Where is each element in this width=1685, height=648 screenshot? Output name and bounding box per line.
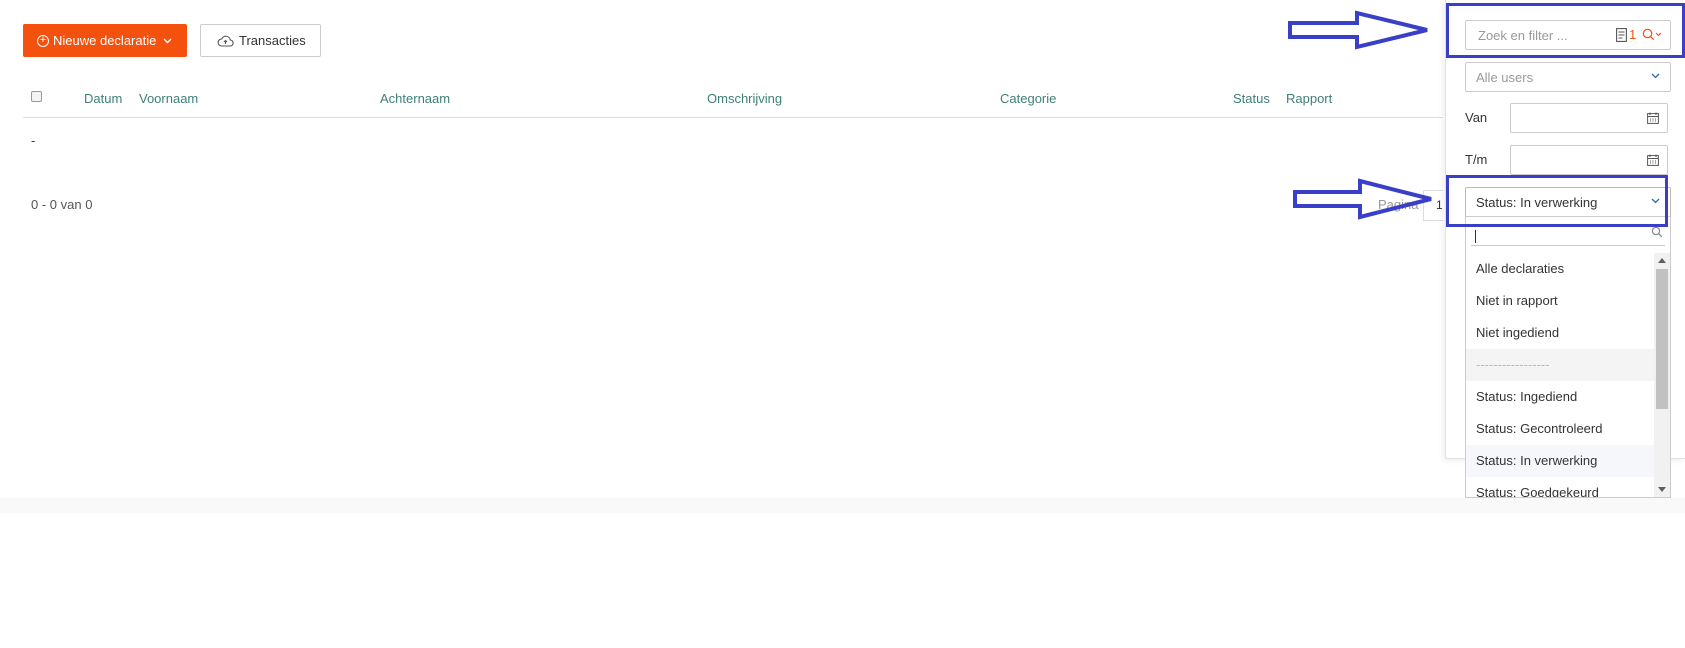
column-header-rapport[interactable]: Rapport [1286,91,1332,106]
dropdown-option[interactable]: Niet ingediend [1466,317,1654,349]
status-dropdown: Alle declaraties Niet in rapport Niet in… [1465,216,1671,498]
column-header-omschrijving[interactable]: Omschrijving [707,91,782,106]
highlight-box-search [1446,3,1685,58]
footer-band [0,498,1685,513]
calendar-icon[interactable] [1647,154,1659,166]
column-header-achternaam[interactable]: Achternaam [380,91,450,106]
new-claim-label: Nieuwe declaratie [53,33,157,48]
from-date-label: Van [1465,110,1488,125]
calendar-icon[interactable] [1647,112,1659,124]
dropdown-option[interactable]: Status: Ingediend [1466,381,1654,413]
dropdown-option-selected[interactable]: Status: In verwerking [1466,445,1654,477]
column-header-voornaam[interactable]: Voornaam [139,91,198,106]
dropdown-option[interactable]: Status: Gecontroleerd [1466,413,1654,445]
scrollbar-thumb[interactable] [1656,269,1668,409]
users-select-value: Alle users [1476,70,1534,85]
dropdown-scrollbar[interactable] [1654,253,1670,497]
from-date-input[interactable] [1510,103,1668,133]
plus-circle-icon: + [37,34,49,47]
scroll-up-icon[interactable] [1658,258,1666,263]
cloud-upload-icon [217,35,234,47]
new-claim-button[interactable]: + Nieuwe declaratie [23,24,187,57]
table-empty-cell: - [31,133,36,148]
text-caret [1475,230,1476,243]
chevron-down-icon [163,38,172,43]
chevron-down-icon [1651,73,1660,79]
dropdown-option[interactable]: Niet in rapport [1466,285,1654,317]
column-header-status[interactable]: Status [1233,91,1270,106]
scroll-down-icon[interactable] [1658,487,1666,492]
dropdown-separator: ----------------- [1466,349,1654,381]
annotation-arrow-icon [1288,10,1428,50]
transactions-button[interactable]: Transacties [200,24,321,57]
column-header-datum[interactable]: Datum [84,91,122,106]
search-icon [1651,226,1663,238]
transactions-label: Transacties [239,33,306,48]
select-all-checkbox[interactable] [31,91,42,102]
to-date-input[interactable] [1510,145,1668,175]
pagination-range: 0 - 0 van 0 [31,197,93,212]
dropdown-option[interactable]: Status: Goedgekeurd [1466,477,1654,497]
dropdown-option[interactable]: Alle declaraties [1466,253,1654,285]
table-header-divider [23,117,1443,118]
users-select[interactable]: Alle users [1465,62,1671,92]
column-header-categorie[interactable]: Categorie [1000,91,1056,106]
highlight-box-status [1446,175,1668,227]
annotation-arrow-icon [1293,178,1432,220]
to-date-label: T/m [1465,152,1488,167]
dropdown-options: Alle declaraties Niet in rapport Niet in… [1466,253,1654,497]
